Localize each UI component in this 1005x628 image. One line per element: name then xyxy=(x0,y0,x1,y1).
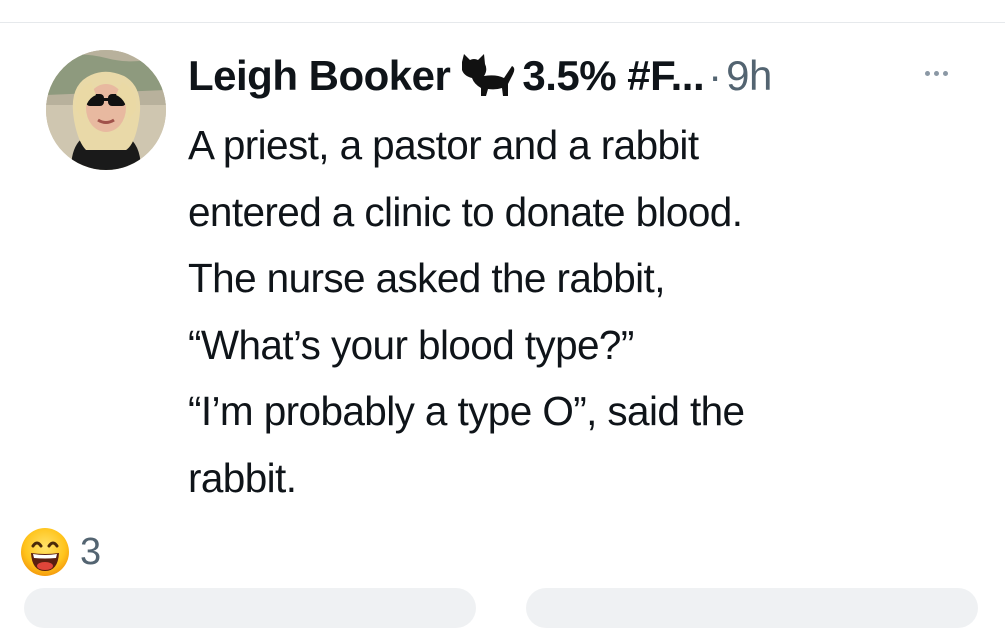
reaction-summary[interactable]: 3 xyxy=(20,524,101,580)
display-name[interactable]: Leigh Booker xyxy=(188,52,451,100)
reaction-count: 3 xyxy=(80,530,102,573)
post-body-line: A priest, a pastor and a rabbit xyxy=(188,122,699,168)
post-body-line: entered a clinic to donate blood. xyxy=(188,188,743,235)
post-body-line: “I’m probably a type O”, said the xyxy=(188,388,745,434)
user-handle[interactable]: 3.5% #F... xyxy=(522,52,704,100)
grinning-face-emoji-icon xyxy=(21,528,69,576)
post-header: Leigh Booker 3.5% #F... · 9h xyxy=(188,48,772,104)
avatar[interactable] xyxy=(46,50,166,170)
action-button-left[interactable] xyxy=(24,588,476,628)
post-card[interactable]: Leigh Booker 3.5% #F... · 9h A priest, a… xyxy=(0,0,1005,628)
post-body-line: rabbit. xyxy=(188,454,297,501)
post-time[interactable]: 9h xyxy=(726,52,772,100)
black-cat-icon xyxy=(458,54,516,98)
post-body-line: “What’s your blood type?” xyxy=(188,321,634,368)
more-options-icon[interactable] xyxy=(916,58,956,88)
post-body-line: The nurse asked the rabbit, xyxy=(188,255,665,301)
post-body: A priest, a pastor and a rabbit entered … xyxy=(188,112,968,511)
action-button-right[interactable] xyxy=(526,588,978,628)
separator-dot: · xyxy=(708,52,723,99)
